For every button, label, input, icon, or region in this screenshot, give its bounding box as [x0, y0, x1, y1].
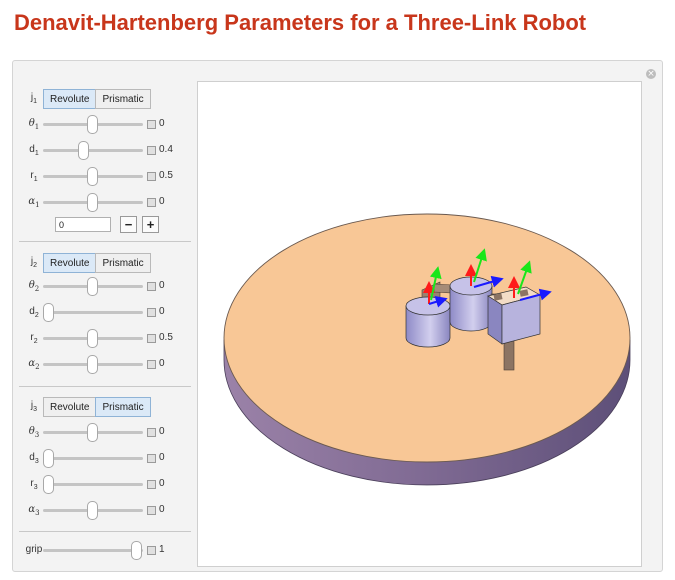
joint-1-type-setter: Revolute Prismatic: [43, 89, 151, 109]
d-2-row: d2 0: [13, 303, 193, 323]
slider-thumb[interactable]: [131, 541, 142, 560]
alpha-3-slider[interactable]: [43, 501, 143, 520]
d-2-slider[interactable]: [43, 303, 143, 322]
joint-3-type-row: j3 Revolute Prismatic: [13, 397, 193, 417]
theta-3-value: 0: [159, 426, 165, 437]
joint-3-type-setter: Revolute Prismatic: [43, 397, 151, 417]
slider-thumb[interactable]: [43, 449, 54, 468]
theta-2-value: 0: [159, 280, 165, 291]
link-bar: [503, 339, 515, 371]
slider-thumb[interactable]: [87, 167, 98, 186]
r-1-slider[interactable]: [43, 167, 143, 186]
joint-1-type-row: j1 Revolute Prismatic: [13, 89, 193, 109]
slider-thumb[interactable]: [87, 115, 98, 134]
r-2-value: 0.5: [159, 332, 173, 343]
slider-thumb[interactable]: [87, 423, 98, 442]
collapse-minus-icon[interactable]: [147, 198, 156, 207]
joint-3-prismatic-button[interactable]: Prismatic: [95, 397, 151, 417]
theta-1-slider[interactable]: [43, 115, 143, 134]
slider-thumb[interactable]: [78, 141, 90, 160]
alpha-1-input[interactable]: 0: [55, 217, 111, 232]
r-3-value: 0: [159, 478, 165, 489]
theta-3-row: θ3 0: [13, 423, 193, 443]
theta-1-row: θ1 0: [13, 115, 193, 135]
expand-plus-icon[interactable]: [147, 360, 156, 369]
slider-thumb[interactable]: [87, 501, 98, 520]
d-3-slider[interactable]: [43, 449, 143, 468]
controls-panel: j1 Revolute Prismatic θ1 0 d1 0.4 r1 0.5…: [13, 61, 193, 571]
expand-plus-icon[interactable]: [147, 454, 156, 463]
d-1-slider[interactable]: [43, 141, 143, 160]
divider: [19, 531, 191, 532]
expand-plus-icon[interactable]: [147, 120, 156, 129]
d-2-value: 0: [159, 306, 165, 317]
slider-thumb[interactable]: [87, 355, 98, 374]
slider-thumb[interactable]: [87, 329, 98, 348]
expand-plus-icon[interactable]: [147, 546, 156, 555]
joint-2-prismatic-button[interactable]: Prismatic: [95, 253, 151, 273]
joint-1-prismatic-button[interactable]: Prismatic: [95, 89, 151, 109]
alpha-1-row: α1 0: [13, 193, 193, 213]
slider-thumb[interactable]: [87, 277, 98, 296]
slider-thumb[interactable]: [43, 475, 54, 494]
alpha-2-row: α2 0: [13, 355, 193, 375]
decrement-button[interactable]: −: [120, 216, 137, 233]
alpha-1-value: 0: [159, 196, 165, 207]
theta-2-slider[interactable]: [43, 277, 143, 296]
close-icon[interactable]: ×: [646, 69, 656, 79]
r-2-row: r2 0.5: [13, 329, 193, 349]
demo-panel: × j1 Revolute Prismatic θ1 0 d1 0.4 r1 0…: [12, 60, 663, 572]
robot-scene: [223, 213, 631, 486]
divider: [19, 241, 191, 242]
d-1-row: d1 0.4: [13, 141, 193, 161]
r-3-row: r3 0: [13, 475, 193, 495]
joint-2-revolute-button[interactable]: Revolute: [43, 253, 97, 273]
divider: [19, 386, 191, 387]
r-1-row: r1 0.5: [13, 167, 193, 187]
expand-plus-icon[interactable]: [147, 146, 156, 155]
d-3-value: 0: [159, 452, 165, 463]
joint-3-revolute-button[interactable]: Revolute: [43, 397, 97, 417]
alpha-2-slider[interactable]: [43, 355, 143, 374]
robot-3d-view[interactable]: [197, 81, 642, 567]
d-1-value: 0.4: [159, 144, 173, 155]
alpha-1-input-row: 0 − +: [13, 215, 193, 235]
theta-1-value: 0: [159, 118, 165, 129]
expand-plus-icon[interactable]: [147, 506, 156, 515]
r-2-slider[interactable]: [43, 329, 143, 348]
slider-thumb[interactable]: [87, 193, 98, 212]
joint-1-revolute-button[interactable]: Revolute: [43, 89, 97, 109]
increment-button[interactable]: +: [142, 216, 159, 233]
alpha-3-value: 0: [159, 504, 165, 515]
r-3-slider[interactable]: [43, 475, 143, 494]
joint-2-type-setter: Revolute Prismatic: [43, 253, 151, 273]
expand-plus-icon[interactable]: [147, 282, 156, 291]
expand-plus-icon[interactable]: [147, 308, 156, 317]
joint-2-type-row: j2 Revolute Prismatic: [13, 253, 193, 273]
expand-plus-icon[interactable]: [147, 334, 156, 343]
alpha-1-slider[interactable]: [43, 193, 143, 212]
slider-thumb[interactable]: [43, 303, 54, 322]
theta-3-slider[interactable]: [43, 423, 143, 442]
expand-plus-icon[interactable]: [147, 428, 156, 437]
alpha-3-row: α3 0: [13, 501, 193, 521]
grip-slider[interactable]: [43, 541, 143, 560]
alpha-2-value: 0: [159, 358, 165, 369]
r-1-value: 0.5: [159, 170, 173, 181]
page-title: Denavit-Hartenberg Parameters for a Thre…: [14, 10, 587, 35]
grip-row: grip 1: [13, 541, 193, 561]
expand-plus-icon[interactable]: [147, 172, 156, 181]
grip-value: 1: [159, 544, 165, 555]
d-3-row: d3 0: [13, 449, 193, 469]
theta-2-row: θ2 0: [13, 277, 193, 297]
expand-plus-icon[interactable]: [147, 480, 156, 489]
